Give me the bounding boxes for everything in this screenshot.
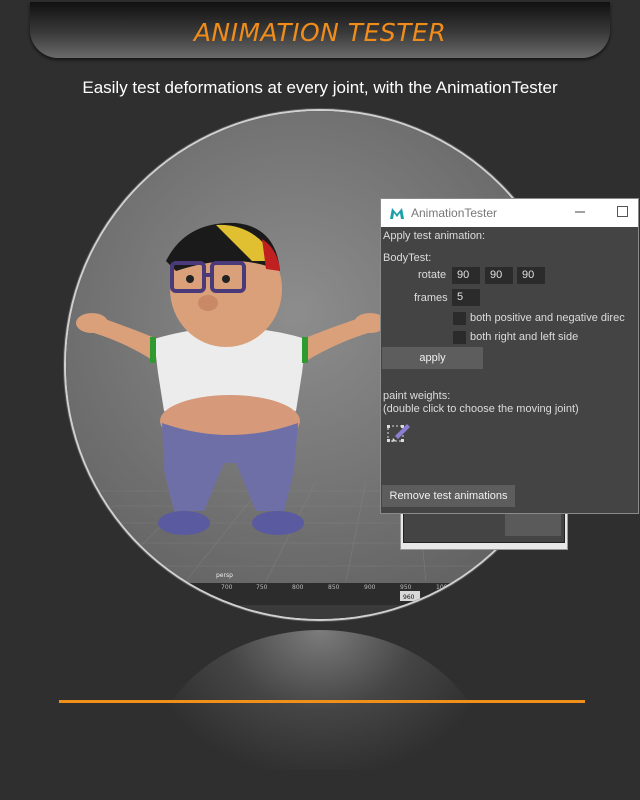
apply-test-header: Apply test animation:: [383, 230, 486, 242]
range-slider: [66, 605, 574, 619]
sleeve-band-right: [302, 337, 308, 363]
current-frame: 960: [403, 594, 415, 601]
shoe-right: [252, 511, 304, 535]
rotate-x-field[interactable]: 90: [452, 267, 480, 284]
remove-test-animations-button[interactable]: Remove test animations: [382, 485, 515, 507]
shoe-left: [158, 511, 210, 535]
camera-label: persp: [216, 572, 233, 579]
paint-weights-hint: (double click to choose the moving joint…: [383, 403, 579, 415]
timeline-tick: 700: [221, 584, 233, 591]
paint-weights-icon[interactable]: [387, 422, 411, 446]
header-banner: ANIMATION TESTER: [30, 2, 610, 58]
animation-tester-dialog: AnimationTester Apply test animation: Bo…: [380, 198, 639, 514]
dialog-titlebar[interactable]: AnimationTester: [381, 199, 638, 227]
sleeve-band-left: [150, 337, 156, 363]
subtitle: Easily test deformations at every joint,…: [82, 78, 558, 97]
timeline-tick: 1000: [436, 584, 451, 591]
timeline-strip: [66, 583, 574, 605]
dialog-title: AnimationTester: [411, 206, 498, 220]
maya-app-icon: [390, 208, 404, 219]
eye-left: [186, 275, 194, 283]
orange-divider: [59, 700, 585, 703]
character-pants: [162, 423, 298, 511]
paint-weights-label: paint weights:: [383, 390, 451, 402]
rotate-z-field[interactable]: 90: [517, 267, 545, 284]
bodytest-section-label: BodyTest:: [383, 252, 432, 264]
minimize-icon[interactable]: [573, 205, 587, 219]
timeline-tick: 800: [292, 584, 304, 591]
maximize-icon[interactable]: [617, 206, 628, 217]
rotate-y-field[interactable]: 90: [485, 267, 513, 284]
timeline-tick: 850: [328, 584, 340, 591]
timeline-tick: 900: [364, 584, 376, 591]
frames-label: frames: [414, 292, 448, 304]
sides-checkbox-label: both right and left side: [470, 331, 579, 343]
posneg-checkbox[interactable]: [453, 312, 466, 325]
page-title: ANIMATION TESTER: [193, 18, 447, 47]
frames-field[interactable]: 5: [452, 289, 480, 306]
posneg-checkbox-label: both positive and negative direc: [470, 312, 625, 324]
rotate-label: rotate: [418, 269, 447, 281]
timeline-tick: 950: [400, 584, 412, 591]
sides-checkbox[interactable]: [453, 331, 466, 344]
timeline-tick: 750: [256, 584, 268, 591]
nose: [198, 295, 218, 311]
apply-button[interactable]: apply: [382, 347, 483, 369]
eye-right: [222, 275, 230, 283]
